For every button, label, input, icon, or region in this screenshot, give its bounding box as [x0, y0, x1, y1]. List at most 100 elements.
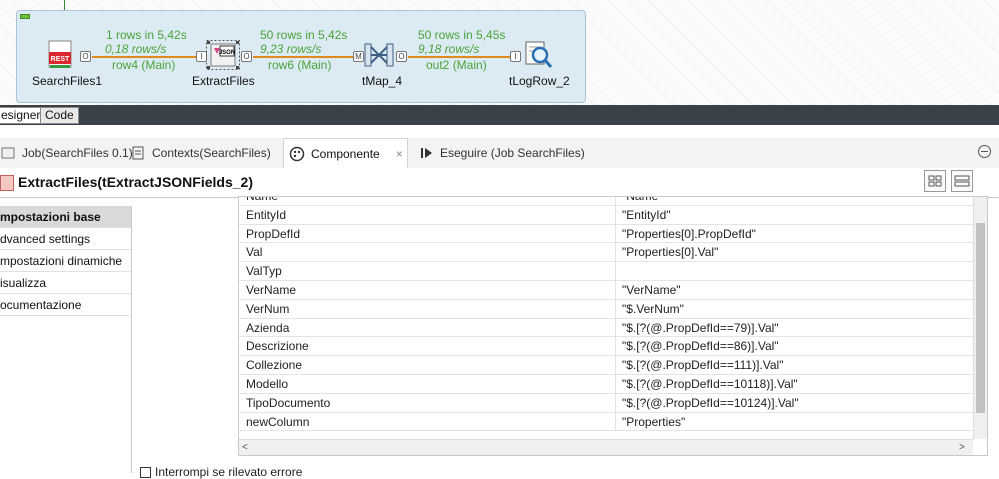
- json-query-cell[interactable]: "EntityId": [622, 208, 671, 222]
- contexts-icon: [130, 145, 146, 161]
- component-title: ExtractFiles(tExtractJSONFields_2): [18, 174, 253, 190]
- table-row[interactable]: VerNum "$.VerNum": [239, 299, 973, 319]
- table-row[interactable]: Name "Name": [239, 197, 973, 206]
- column-divider: [615, 281, 616, 299]
- table-row[interactable]: TipoDocumento "$.[?(@.PropDefId==10124)].…: [239, 393, 973, 413]
- column-name-cell[interactable]: ValTyp: [246, 264, 282, 278]
- tab-eseguire[interactable]: Eseguire (Job SearchFiles): [418, 138, 588, 168]
- table-row[interactable]: Descrizione "$.[?(@.PropDefId==86)].Val": [239, 337, 973, 357]
- output-connector[interactable]: O: [241, 51, 252, 62]
- json-query-cell[interactable]: "Properties": [622, 415, 685, 429]
- component-label: tLogRow_2: [509, 74, 570, 88]
- table-row[interactable]: PropDefId "Properties[0].PropDefId": [239, 224, 973, 244]
- column-divider: [615, 356, 616, 374]
- column-divider: [615, 224, 616, 243]
- component-tlogrow2[interactable]: [524, 40, 554, 73]
- column-name-cell[interactable]: VerName: [246, 283, 296, 297]
- rest-icon: REST: [48, 40, 72, 68]
- column-name-cell[interactable]: PropDefId: [246, 227, 300, 241]
- json-query-cell[interactable]: "Properties[0].Val": [622, 245, 718, 259]
- component-searchfiles1[interactable]: REST: [48, 40, 74, 73]
- output-connector[interactable]: O: [80, 51, 91, 62]
- nav-documentazione[interactable]: ocumentazione: [0, 294, 131, 316]
- svg-text:JSON: JSON: [219, 50, 235, 56]
- input-connector[interactable]: I: [510, 51, 521, 62]
- column-name-cell[interactable]: Descrizione: [246, 339, 309, 353]
- nav-visualizza[interactable]: isualizza: [0, 272, 131, 294]
- mapping-table[interactable]: Name "Name" EntityId "EntityId" PropDefId "Pr…: [238, 196, 988, 456]
- json-query-cell[interactable]: "$.[?(@.PropDefId==111)].Val": [622, 358, 783, 372]
- link-stat-rows: 1 rows in 5,42s: [106, 28, 187, 42]
- table-row[interactable]: newColumn "Properties": [239, 412, 973, 432]
- list-layout-icon: [954, 175, 970, 187]
- table-row[interactable]: Collezione "$.[?(@.PropDefId==111)].Val": [239, 356, 973, 375]
- json-query-cell[interactable]: "$.[?(@.PropDefId==10118)].Val": [622, 377, 798, 391]
- column-name-cell[interactable]: Collezione: [246, 358, 302, 372]
- link-stat-rate: 9,18 rows/s: [418, 42, 480, 56]
- tab-contexts[interactable]: Contexts(SearchFiles): [130, 138, 276, 168]
- svg-text:REST: REST: [51, 56, 70, 63]
- component-header: ExtractFiles(tExtractJSONFields_2): [0, 168, 999, 198]
- tab-label: Job(SearchFiles 0.1): [22, 146, 133, 160]
- column-name-cell[interactable]: Modello: [246, 377, 288, 391]
- tab-code[interactable]: Code: [40, 107, 79, 124]
- tab-label: Contexts(SearchFiles): [152, 146, 271, 160]
- table-row[interactable]: Val "Properties[0].Val": [239, 243, 973, 263]
- stop-on-error-option[interactable]: Interrompi se rilevato errore: [140, 465, 302, 479]
- column-divider: [615, 205, 616, 224]
- nav-impostazioni-dinamiche[interactable]: mpostazioni dinamiche: [0, 250, 131, 272]
- table-row[interactable]: VerName "VerName": [239, 281, 973, 300]
- table-row[interactable]: EntityId "EntityId": [239, 205, 973, 225]
- json-query-cell[interactable]: "$.[?(@.PropDefId==79)].Val": [622, 321, 779, 335]
- link-label: row4 (Main): [112, 58, 176, 72]
- job-designer-canvas[interactable]: REST SearchFiles1 O I 1 rows in 5,42s 0,…: [0, 0, 999, 105]
- column-name-cell[interactable]: VerNum: [246, 302, 289, 316]
- column-name-cell[interactable]: EntityId: [246, 208, 286, 222]
- json-query-cell[interactable]: "$.[?(@.PropDefId==86)].Val": [622, 339, 779, 353]
- list-layout-button[interactable]: [951, 170, 973, 192]
- column-divider: [615, 262, 616, 280]
- tab-job[interactable]: Job(SearchFiles 0.1): [0, 138, 133, 168]
- component-extractfiles[interactable]: JSON: [206, 40, 240, 73]
- nav-advanced-settings[interactable]: dvanced settings: [0, 228, 131, 250]
- json-query-cell[interactable]: "$.VerNum": [622, 302, 684, 316]
- component-label: tMap_4: [362, 74, 403, 88]
- subjob-collapse-marker[interactable]: [20, 14, 30, 19]
- settings-nav: mpostazioni base dvanced settings mposta…: [0, 206, 132, 473]
- table-row[interactable]: Azienda "$.[?(@.PropDefId==79)].Val": [239, 318, 973, 338]
- json-query-cell[interactable]: "$.[?(@.PropDefId==10124)].Val": [622, 396, 799, 410]
- column-name-cell[interactable]: Name: [246, 197, 278, 203]
- json-query-cell[interactable]: "Name": [622, 197, 663, 203]
- column-divider: [615, 299, 616, 318]
- input-connector[interactable]: M: [353, 51, 364, 62]
- json-query-cell[interactable]: "VerName": [622, 283, 681, 297]
- component-label: SearchFiles1: [32, 74, 103, 88]
- close-icon[interactable]: ×: [396, 147, 403, 161]
- table-row[interactable]: ValTyp: [239, 262, 973, 281]
- scroll-left-icon[interactable]: <: [242, 442, 248, 453]
- column-name-cell[interactable]: newColumn: [246, 415, 309, 429]
- minimize-icon[interactable]: [978, 145, 991, 158]
- horizontal-scrollbar[interactable]: < >: [239, 439, 973, 455]
- json-query-cell[interactable]: "Properties[0].PropDefId": [622, 227, 756, 241]
- magnifier-log-icon: [525, 41, 553, 68]
- column-divider: [615, 318, 616, 337]
- output-connector[interactable]: O: [396, 51, 407, 62]
- column-name-cell[interactable]: Val: [246, 245, 262, 259]
- scrollbar-thumb[interactable]: [976, 223, 985, 413]
- nav-impostazioni-base[interactable]: mpostazioni base: [0, 206, 131, 228]
- grid-layout-button[interactable]: [924, 170, 946, 192]
- component-tmap4[interactable]: [364, 42, 394, 71]
- column-divider: [615, 412, 616, 431]
- table-row[interactable]: Modello "$.[?(@.PropDefId==10118)].Val": [239, 375, 973, 394]
- view-tab-bar: Job(SearchFiles 0.1) Contexts(SearchFile…: [0, 138, 999, 168]
- component-palette-icon: [289, 146, 305, 162]
- tab-componente[interactable]: Componente ×: [283, 138, 408, 168]
- scroll-right-icon[interactable]: >: [959, 442, 965, 453]
- tab-designer[interactable]: esigner: [0, 107, 46, 124]
- vertical-scrollbar[interactable]: [973, 197, 987, 439]
- link-stat-rows: 50 rows in 5,45s: [418, 28, 506, 42]
- column-name-cell[interactable]: Azienda: [246, 321, 289, 335]
- column-divider: [615, 197, 616, 205]
- column-name-cell[interactable]: TipoDocumento: [246, 396, 330, 410]
